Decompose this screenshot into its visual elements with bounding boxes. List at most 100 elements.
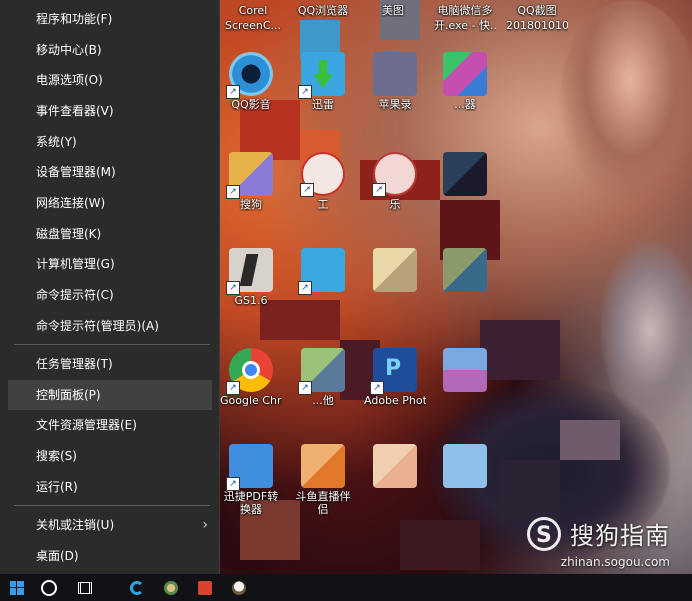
app-icon (443, 444, 487, 488)
taskbar-app-pet[interactable] (226, 574, 252, 601)
chevron-right-icon: › (202, 517, 208, 533)
desktop-icon-chrome[interactable]: ↗ Google Chrome (220, 348, 282, 407)
icon-label: Adobe Photo (364, 394, 426, 407)
icon-label: ...器 (454, 98, 476, 111)
menu-item-computer-management[interactable]: 计算机管理(G) (8, 249, 212, 279)
icon-label: 苹果录 (378, 98, 412, 111)
icon-label: GS1.6 (234, 294, 268, 307)
app-icon (198, 580, 212, 595)
desktop-icon-meitu[interactable]: 美图 (362, 2, 424, 17)
tool-icon: ↗ (300, 152, 345, 197)
menu-item-network-connections[interactable]: 网络连接(W) (8, 188, 212, 218)
pdf-converter-icon: ↗ (226, 444, 273, 491)
douyu-icon (301, 444, 345, 488)
start-button[interactable] (4, 574, 30, 601)
desktop-icon-sogou[interactable]: ↗ 搜狗 (220, 152, 282, 211)
desktop-icon-green-app[interactable]: ↗ ...他 (292, 348, 354, 407)
menu-item-system[interactable]: 系统(Y) (8, 127, 212, 157)
pet-icon (232, 580, 246, 595)
desktop-icon-app-purple[interactable]: ...器 (434, 52, 496, 111)
task-view-button[interactable] (72, 574, 98, 601)
desktop-icon-qq-browser[interactable]: QQ浏览器 (292, 2, 354, 17)
menu-item-disk-management[interactable]: 磁盘管理(K) (8, 219, 212, 249)
taskbar-app-qq-browser[interactable] (124, 574, 150, 601)
photoshop-icon: P ↗ (370, 348, 417, 395)
desktop-icon-tan-app[interactable] (364, 248, 426, 292)
watermark-url: zhinan.sogou.com (560, 555, 670, 569)
menu-item-programs-features[interactable]: 程序和功能(F) (8, 4, 212, 34)
icon-label: ScreenC... (225, 19, 281, 32)
menu-item-event-viewer[interactable]: 事件查看器(V) (8, 96, 212, 126)
menu-item-desktop[interactable]: 桌面(D) (8, 541, 212, 571)
icon-label: 开.exe - 快... (434, 19, 496, 32)
app-icon (443, 52, 487, 96)
desktop-icon-qq-screenshot[interactable]: QQ截图 201801010... (506, 2, 568, 32)
menu-item-task-manager[interactable]: 任务管理器(T) (8, 349, 212, 379)
app-icon (443, 248, 487, 292)
icon-label: 乐 (389, 198, 401, 211)
icon-label: QQ浏览器 (297, 4, 349, 17)
desktop-icon-peach-app[interactable] (364, 444, 426, 488)
menu-item-search[interactable]: 搜索(S) (8, 441, 212, 471)
app-icon (443, 348, 487, 392)
desktop-icon-wechat-multi[interactable]: 电脑微信多 开.exe - 快... (434, 2, 496, 32)
icon-label: Corel (238, 4, 268, 17)
desktop-icon-corel[interactable]: Corel ScreenC... (222, 2, 284, 32)
desktop-icon-dark-app[interactable] (434, 152, 496, 196)
wallpaper-face (560, 0, 692, 200)
desktop-icon-music[interactable]: ↗ 乐 (364, 152, 426, 211)
cortana-button[interactable] (36, 574, 62, 601)
taskbar-app-game[interactable] (158, 574, 184, 601)
game-icon (164, 580, 178, 595)
desktop-icon-photoshop[interactable]: P ↗ Adobe Photo (364, 348, 426, 407)
app-icon (373, 444, 417, 488)
desktop-icon-tool[interactable]: ↗ 工 (292, 152, 354, 211)
watermark-name: 搜狗指南 (570, 522, 670, 550)
sogou-logo-icon: S (526, 516, 561, 551)
recorder-icon (373, 52, 417, 96)
desktop-icon-douyu[interactable]: 斗鱼直播伴侣 (292, 444, 354, 516)
menu-item-device-manager[interactable]: 设备管理器(M) (8, 157, 212, 187)
menu-item-mobility-center[interactable]: 移动中心(B) (8, 35, 212, 65)
desktop-icon-olive-app[interactable] (434, 248, 496, 292)
desktop-icon-grey-app[interactable] (434, 348, 496, 392)
menu-item-command-prompt[interactable]: 命令提示符(C) (8, 280, 212, 310)
icon-label: 电脑微信多 (437, 4, 493, 17)
icon-label: 搜狗 (240, 198, 262, 211)
icon-label: 迅雷 (312, 98, 334, 111)
icon-label: 斗鱼直播伴侣 (295, 490, 351, 516)
menu-separator (14, 505, 210, 506)
icon-label: 美图 (382, 4, 404, 17)
desktop-icon-lightblue-app[interactable] (434, 444, 496, 488)
mosaic-block (560, 420, 620, 460)
icon-label: QQ截图 (517, 4, 557, 17)
desktop-icon-pdf-converter[interactable]: ↗ 迅捷PDF转换器 (220, 444, 282, 516)
menu-item-command-prompt-admin[interactable]: 命令提示符(管理员)(A) (8, 311, 212, 341)
menu-item-control-panel[interactable]: 控制面板(P) (8, 380, 212, 410)
mosaic-block (400, 520, 480, 570)
cortana-icon (41, 579, 57, 596)
app-icon: ↗ (298, 348, 345, 395)
app-icon (443, 152, 487, 196)
mosaic-block (500, 460, 560, 520)
icon-label: Google Chrome (220, 394, 282, 407)
windows-start-icon (10, 580, 24, 595)
qq-player-icon: ↗ (226, 52, 273, 99)
icon-label: ...他 (312, 394, 334, 407)
desktop-icon-qq-player[interactable]: ↗ QQ影音 (220, 52, 282, 111)
app-icon: ↗ (298, 248, 345, 295)
menu-item-shutdown-signout[interactable]: 关机或注销(U) › (8, 510, 212, 540)
menu-item-label: 关机或注销(U) (36, 518, 115, 532)
qq-browser-icon (130, 580, 144, 595)
wallpaper-highlight (600, 240, 692, 420)
desktop-icon-blue-app[interactable]: ↗ (292, 248, 354, 295)
taskbar-app-red[interactable] (192, 574, 218, 601)
menu-item-run[interactable]: 运行(R) (8, 472, 212, 502)
sogou-icon: ↗ (226, 152, 273, 199)
desktop-icon-recorder[interactable]: 苹果录 (364, 52, 426, 111)
icon-label: QQ影音 (231, 98, 271, 111)
menu-item-file-explorer[interactable]: 文件资源管理器(E) (8, 410, 212, 440)
desktop-icon-thunder[interactable]: ↗ 迅雷 (292, 52, 354, 111)
menu-item-power-options[interactable]: 电源选项(O) (8, 65, 212, 95)
desktop-icon-cs[interactable]: ↗ GS1.6 (220, 248, 282, 307)
